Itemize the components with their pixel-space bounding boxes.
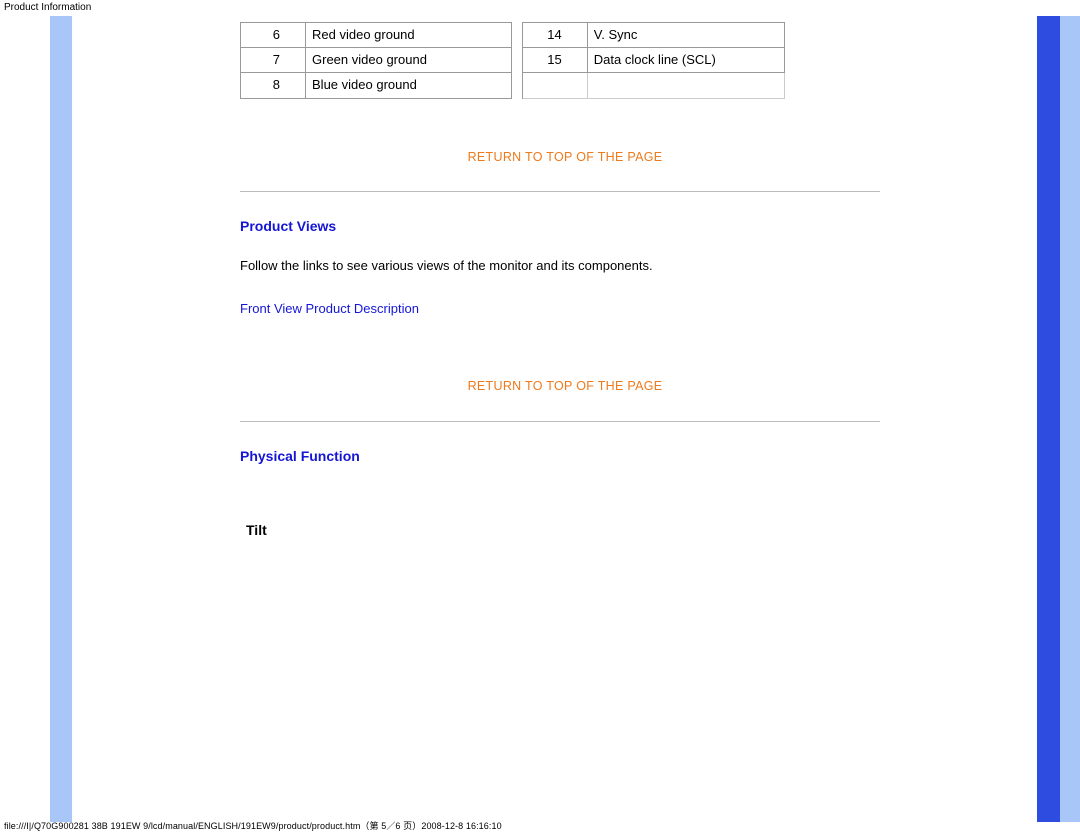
front-view-link[interactable]: Front View Product Description [240,301,419,316]
divider [240,191,880,192]
decorative-stripe-right-light [1060,16,1080,822]
cell-pin-desc: Blue video ground [306,73,512,98]
pin-assignment-table: 6 Red video ground 14 V. Sync 7 Green vi… [240,22,785,99]
table-row: 6 Red video ground 14 V. Sync [241,23,785,48]
decorative-stripe-left [50,16,72,822]
cell-pin-num: 15 [522,48,587,73]
table-row: 7 Green video ground 15 Data clock line … [241,48,785,73]
footer-file-path: file:///I|/Q70G900281 38B 191EW 9/lcd/ma… [4,819,502,832]
cell-pin-desc: Data clock line (SCL) [587,48,784,73]
main-content: 6 Red video ground 14 V. Sync 7 Green vi… [240,16,890,541]
physical-function-heading: Physical Function [240,447,890,467]
cell-pin-num: 7 [241,48,306,73]
table-separator [511,23,522,48]
cell-pin-num [522,73,587,98]
table-separator [511,73,522,98]
product-views-body: Follow the links to see various views of… [240,257,890,275]
return-to-top-link[interactable]: RETURN TO TOP OF THE PAGE [240,378,890,396]
cell-pin-desc: Red video ground [306,23,512,48]
cell-pin-num: 8 [241,73,306,98]
table-row: 8 Blue video ground [241,73,785,98]
page-header: Product Information [0,0,1080,16]
cell-pin-desc: V. Sync [587,23,784,48]
cell-pin-num: 14 [522,23,587,48]
product-views-heading: Product Views [240,217,890,237]
return-to-top-link[interactable]: RETURN TO TOP OF THE PAGE [240,149,890,167]
tilt-heading: Tilt [246,521,890,541]
table-separator [511,48,522,73]
page-body: 6 Red video ground 14 V. Sync 7 Green vi… [0,16,1080,822]
cell-pin-desc: Green video ground [306,48,512,73]
cell-pin-num: 6 [241,23,306,48]
cell-pin-desc [587,73,784,98]
divider [240,421,880,422]
decorative-stripe-right-blue [1037,16,1060,822]
page-title-text: Product Information [4,2,91,13]
